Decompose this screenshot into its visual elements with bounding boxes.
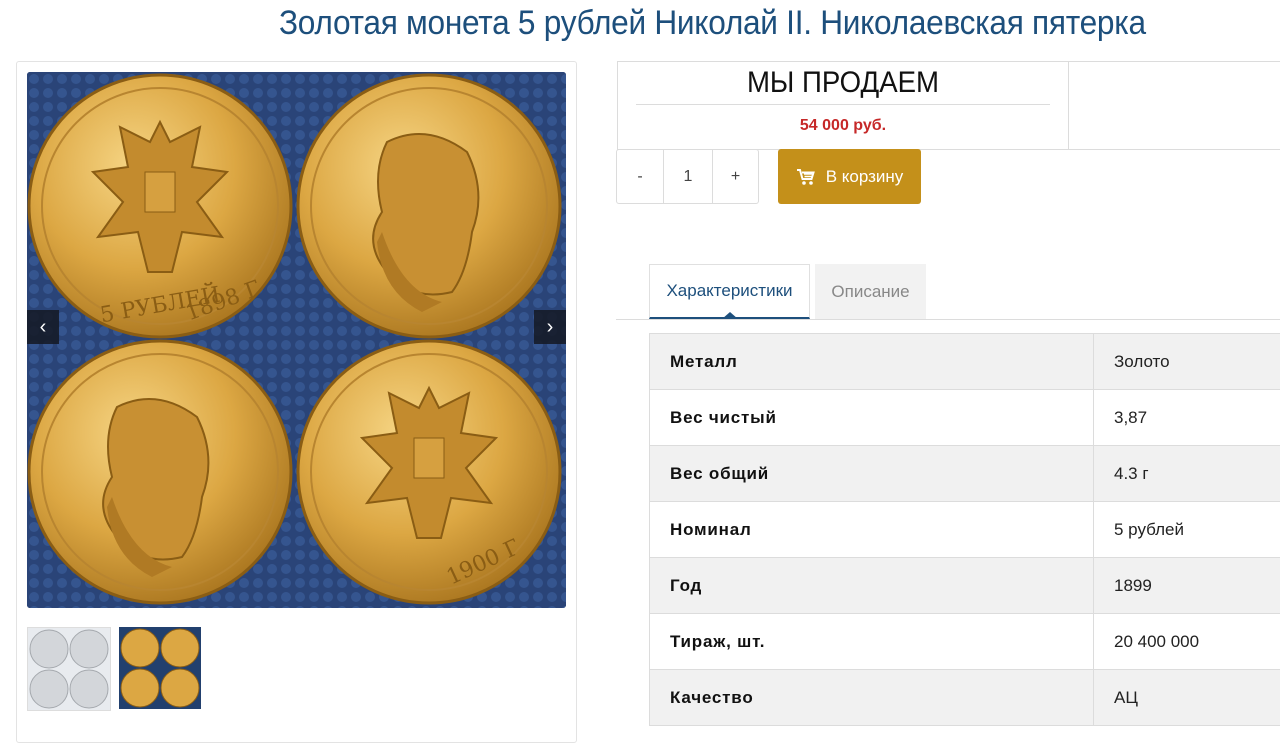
table-row: Металл Золото bbox=[650, 334, 1280, 390]
spec-key: Качество bbox=[650, 670, 1094, 726]
add-to-cart-label: В корзину bbox=[826, 167, 904, 187]
table-row: Номинал 5 рублей bbox=[650, 502, 1280, 558]
tabs-divider bbox=[616, 319, 1280, 320]
table-row: Тираж, шт. 20 400 000 bbox=[650, 614, 1280, 670]
gallery-next-button[interactable]: › bbox=[534, 310, 566, 344]
spec-value: 1899 bbox=[1094, 558, 1280, 614]
specs-table: Металл Золото Вес чистый 3,87 Вес общий … bbox=[649, 333, 1280, 726]
quantity-input[interactable]: 1 bbox=[664, 150, 713, 203]
main-product-photo[interactable]: 5 РУБЛЕЙ 1898 Г bbox=[27, 72, 566, 608]
spec-key: Металл bbox=[650, 334, 1094, 390]
spec-key: Год bbox=[650, 558, 1094, 614]
chevron-right-icon: › bbox=[547, 316, 554, 339]
sell-price-box: МЫ ПРОДАЕМ 54 000 руб. bbox=[617, 61, 1069, 150]
spec-key: Номинал bbox=[650, 502, 1094, 558]
spec-value: 20 400 000 bbox=[1094, 614, 1280, 670]
tab-characteristics-label: Характеристики bbox=[666, 281, 792, 301]
table-row: Вес общий 4.3 г bbox=[650, 446, 1280, 502]
spec-key: Тираж, шт. bbox=[650, 614, 1094, 670]
coin-portrait-bottom bbox=[29, 341, 291, 603]
chevron-left-icon: ‹ bbox=[40, 316, 47, 339]
tab-description-label: Описание bbox=[831, 282, 909, 302]
spec-value: Золото bbox=[1094, 334, 1280, 390]
table-row: Год 1899 bbox=[650, 558, 1280, 614]
product-gallery: 5 РУБЛЕЙ 1898 Г bbox=[16, 61, 577, 743]
coins-photo: 5 РУБЛЕЙ 1898 Г bbox=[27, 72, 566, 608]
add-to-cart-button[interactable]: В корзину bbox=[778, 149, 921, 204]
sell-price: 54 000 руб. bbox=[618, 105, 1068, 147]
thumbnail-gold[interactable] bbox=[119, 627, 201, 709]
thumbnail-silver[interactable] bbox=[27, 627, 111, 711]
gallery-prev-button[interactable]: ‹ bbox=[27, 310, 59, 344]
page-title: Золотая монета 5 рублей Николай II. Нико… bbox=[0, 4, 1280, 43]
tab-characteristics[interactable]: Характеристики bbox=[649, 264, 810, 319]
cart-icon bbox=[796, 168, 816, 186]
quantity-decrease-button[interactable]: - bbox=[617, 150, 664, 203]
spec-key: Вес общий bbox=[650, 446, 1094, 502]
spec-key: Вес чистый bbox=[650, 390, 1094, 446]
spec-value: 3,87 bbox=[1094, 390, 1280, 446]
active-tab-caret-icon bbox=[722, 312, 738, 319]
spec-value: 4.3 г bbox=[1094, 446, 1280, 502]
sell-heading: МЫ ПРОДАЕМ bbox=[636, 62, 1050, 105]
price-box-empty-cell bbox=[1067, 61, 1280, 150]
quantity-increase-button[interactable]: + bbox=[713, 150, 758, 203]
spec-value: 5 рублей bbox=[1094, 502, 1280, 558]
table-row: Вес чистый 3,87 bbox=[650, 390, 1280, 446]
coin-eagle-bottom: 1900 Г bbox=[298, 341, 560, 603]
table-row: Качество АЦ bbox=[650, 670, 1280, 726]
quantity-stepper: - 1 + bbox=[616, 149, 759, 204]
spec-value: АЦ bbox=[1094, 670, 1280, 726]
tab-description[interactable]: Описание bbox=[815, 264, 926, 319]
coin-portrait-top bbox=[298, 75, 560, 337]
coin-eagle-top: 5 РУБЛЕЙ 1898 Г bbox=[29, 75, 291, 337]
